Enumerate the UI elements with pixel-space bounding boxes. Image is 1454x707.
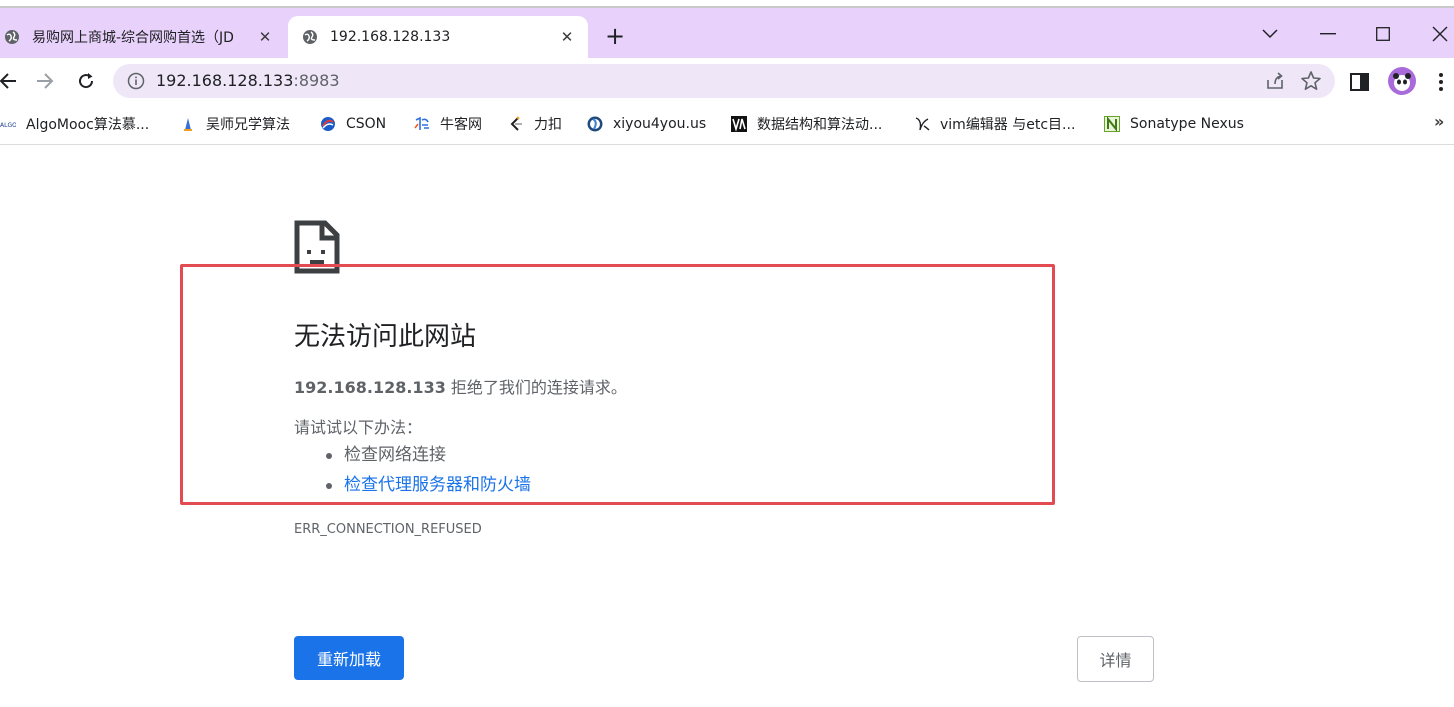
bookmark-leetcode[interactable]: 力扣 — [508, 114, 562, 134]
cson-icon — [321, 117, 335, 131]
maximize-icon — [1376, 27, 1390, 41]
bookmark-label: vim编辑器 与etc目... — [940, 117, 1076, 133]
forward-arrow-icon — [37, 73, 54, 89]
suggestion-check-proxy-link[interactable]: 检查代理服务器和防火墙 — [320, 470, 531, 500]
side-panel-icon[interactable] — [1349, 71, 1371, 93]
close-tab-icon[interactable]: ✕ — [556, 26, 578, 48]
info-icon[interactable] — [127, 72, 145, 90]
close-tab-icon[interactable]: ✕ — [254, 26, 276, 48]
avatar[interactable] — [1388, 67, 1416, 95]
bookmark-label: AlgoMooc算法慕... — [26, 117, 150, 133]
bookmark-wushixiong[interactable]: 吴师兄学算法 — [180, 114, 290, 134]
globe-icon — [303, 30, 317, 44]
globe-icon — [587, 116, 603, 132]
back-arrow-icon — [0, 73, 16, 89]
nowcoder-icon — [414, 116, 429, 130]
tab-title: 易购网上商城-综合网购首选（JD — [32, 30, 234, 46]
bookmark-algomooc[interactable]: ALGO AlgoMooc算法慕... — [0, 114, 149, 134]
url-text[interactable]: 192.168.128.133:8983 — [156, 71, 340, 90]
bookmark-label: Sonatype Nexus — [1130, 116, 1244, 132]
algomooc-icon: ALGO — [0, 116, 16, 132]
tab-active-ip[interactable]: 192.168.128.133 ✕ — [288, 16, 588, 58]
globe-icon — [5, 30, 19, 44]
toolbar: 192.168.128.133:8983 — [0, 58, 1454, 104]
bookmark-nexus[interactable]: Sonatype Nexus — [1104, 114, 1244, 134]
tab-search-button[interactable] — [1242, 14, 1298, 54]
window-top-edge — [0, 0, 1454, 8]
suggestion-list: 检查网络连接 检查代理服务器和防火墙 — [320, 440, 531, 500]
bookmark-label: 数据结构和算法动... — [757, 117, 883, 133]
reload-page-button[interactable]: 重新加载 — [294, 636, 404, 680]
tab-jd[interactable]: 易购网上商城-综合网购首选（JD ✕ — [0, 16, 288, 58]
bookmark-star-icon[interactable] — [1300, 70, 1322, 92]
bookmark-label: 力扣 — [534, 117, 562, 133]
panda-avatar-icon — [1393, 73, 1411, 91]
back-button[interactable] — [0, 67, 22, 95]
bookmark-label: 吴师兄学算法 — [206, 117, 290, 133]
bookmarks-bar: ALGO AlgoMooc算法慕... 吴师兄学算法 CSON 牛客网 力扣 x… — [0, 104, 1454, 145]
error-message-suffix: 拒绝了我们的连接请求。 — [445, 378, 627, 397]
error-code: ERR_CONNECTION_REFUSED — [294, 522, 482, 537]
tab-title: 192.168.128.133 — [330, 29, 451, 45]
try-label: 请试试以下办法： — [294, 418, 423, 437]
minimize-icon — [1320, 33, 1336, 35]
nexus-icon — [1104, 116, 1120, 132]
maximize-button[interactable] — [1355, 14, 1411, 54]
svg-text:ALGO: ALGO — [0, 122, 16, 129]
bookmark-visualgo[interactable]: 数据结构和算法动... — [731, 114, 882, 134]
more-menu-icon[interactable] — [1433, 70, 1449, 94]
error-message: 192.168.128.133 拒绝了我们的连接请求。 — [294, 374, 627, 398]
share-icon[interactable] — [1265, 71, 1285, 91]
tab-strip: 易购网上商城-综合网购首选（JD ✕ 192.168.128.133 ✕ + — [0, 8, 1454, 58]
bookmark-label: 牛客网 — [440, 117, 482, 133]
bookmark-nowcoder[interactable]: 牛客网 — [414, 114, 482, 134]
suggestion-check-network: 检查网络连接 — [320, 440, 531, 470]
more-bookmarks-chevron-icon[interactable]: » — [1434, 112, 1444, 131]
bookmark-vim[interactable]: vim编辑器 与etc目... — [914, 114, 1075, 134]
address-bar[interactable]: 192.168.128.133:8983 — [113, 64, 1335, 98]
bookmark-label: CSON — [346, 116, 387, 132]
bookmark-cson[interactable]: CSON — [320, 114, 386, 134]
reload-button[interactable] — [72, 67, 100, 95]
close-icon — [1432, 26, 1448, 42]
bookmark-xiyou4you[interactable]: xiyou4you.us — [587, 114, 706, 134]
visualgo-icon — [731, 116, 747, 132]
forward-button[interactable] — [31, 67, 59, 95]
minimize-button[interactable] — [1300, 14, 1356, 54]
close-window-button[interactable] — [1412, 14, 1454, 54]
chevron-down-icon — [1262, 29, 1278, 39]
page-title: 无法访问此网站 — [294, 322, 477, 352]
url-port: :8983 — [293, 71, 340, 90]
wushixiong-icon — [184, 118, 192, 131]
error-host: 192.168.128.133 — [294, 378, 446, 397]
new-tab-button[interactable]: + — [602, 24, 628, 50]
reload-icon — [79, 73, 94, 89]
vim-icon — [915, 117, 930, 131]
bookmark-label: xiyou4you.us — [613, 116, 707, 132]
url-host: 192.168.128.133 — [156, 71, 294, 90]
leetcode-icon — [510, 116, 522, 131]
details-button[interactable]: 详情 — [1077, 636, 1154, 682]
